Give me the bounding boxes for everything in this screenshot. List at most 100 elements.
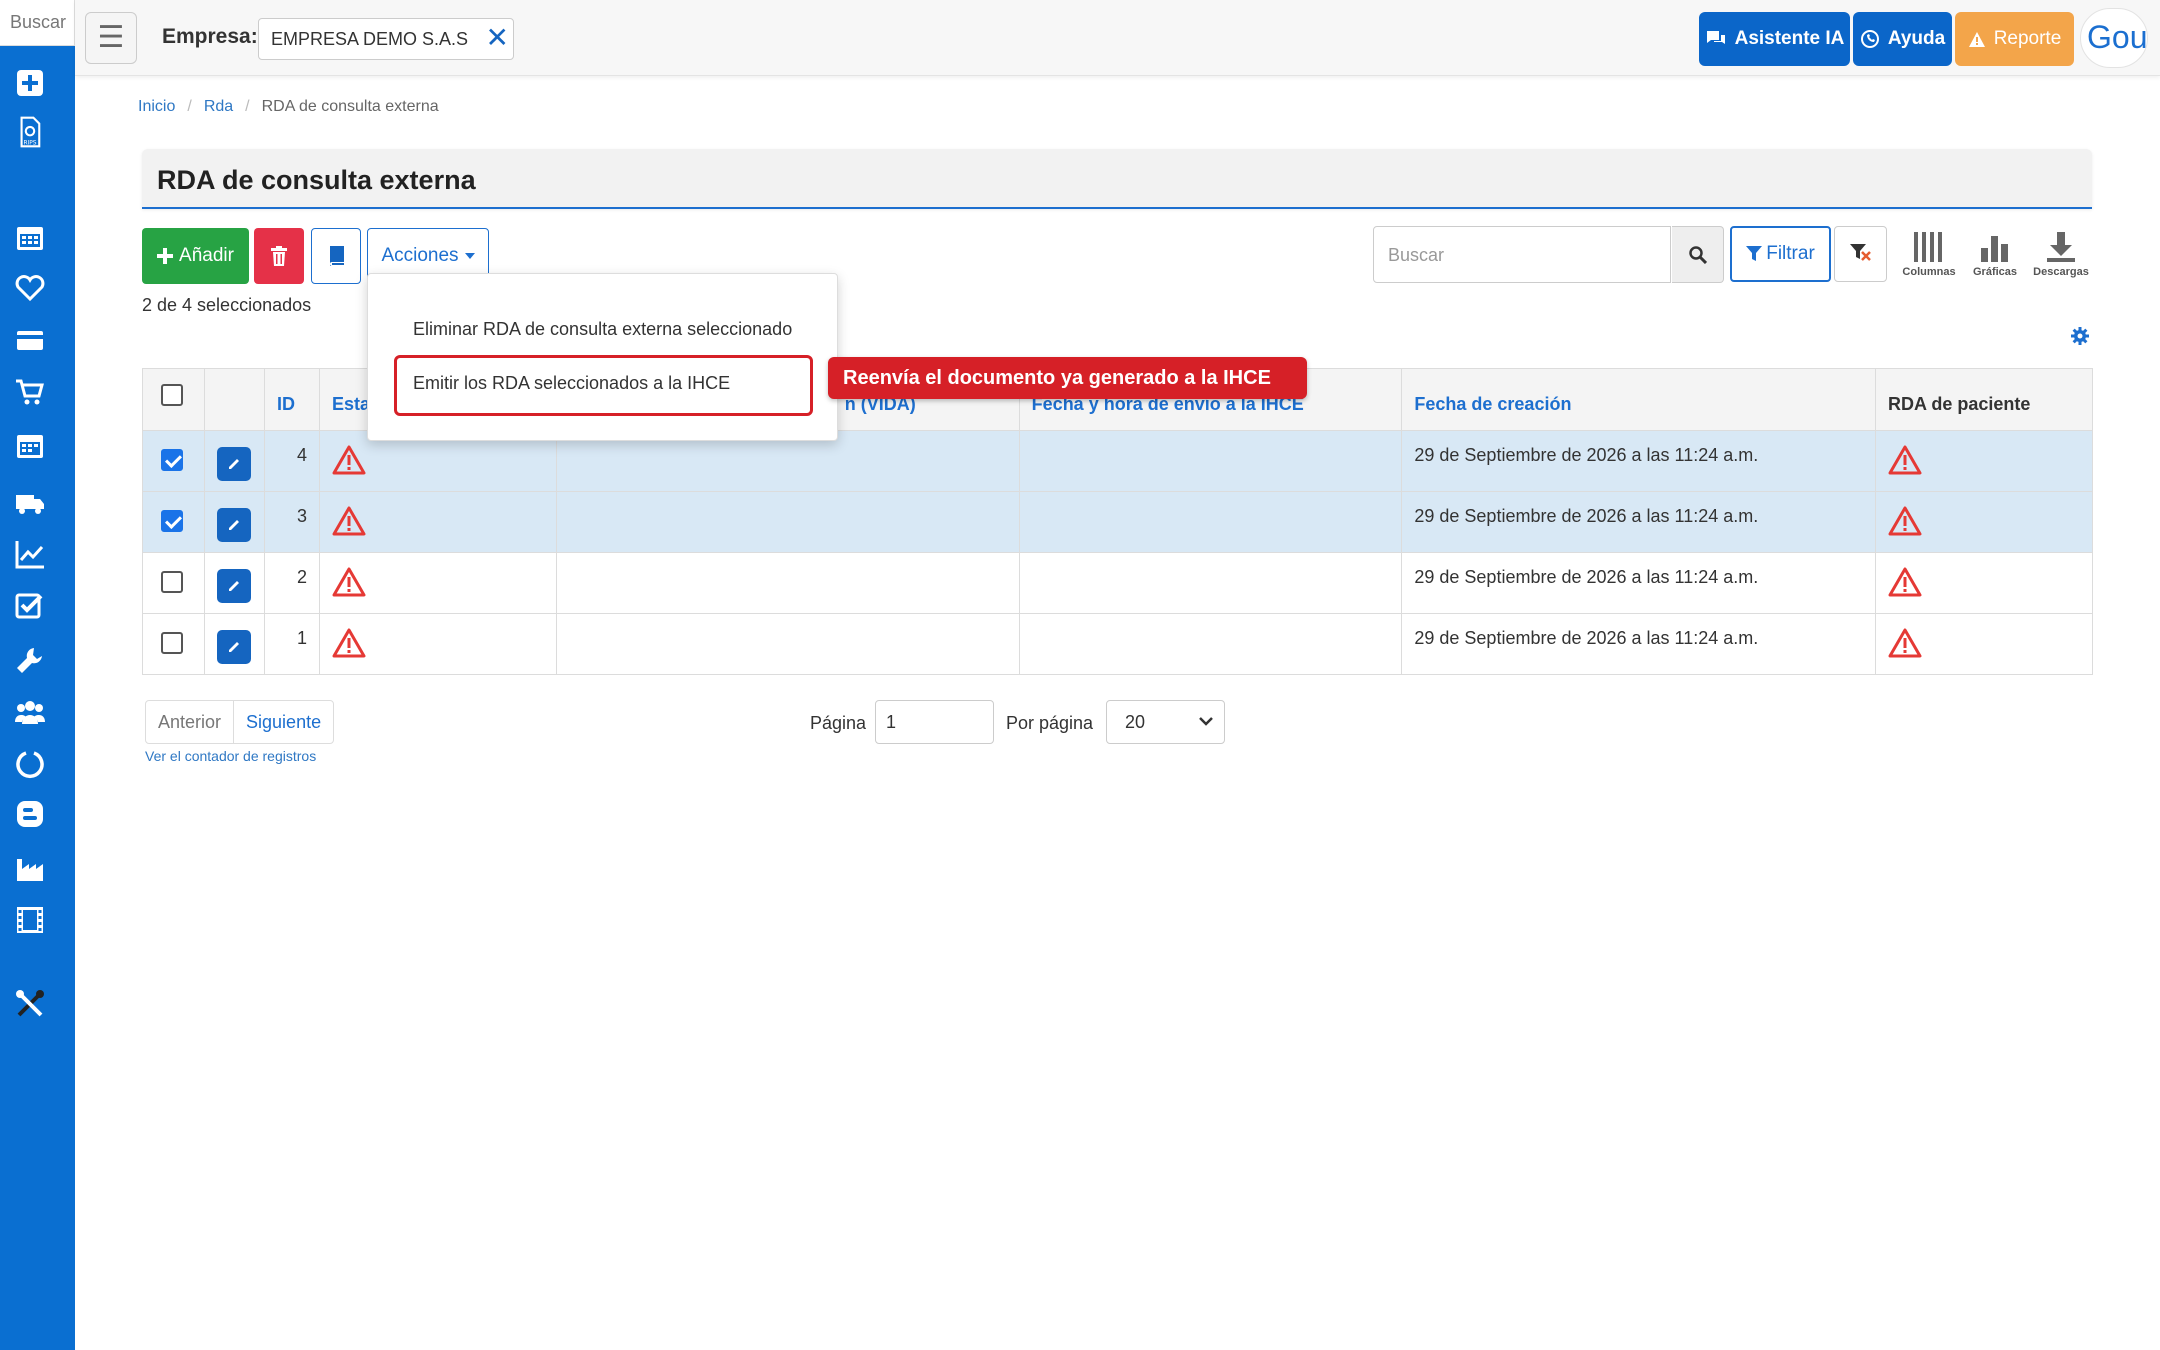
menu-item-emitir[interactable]: Emitir los RDA seleccionados a la IHCE [413,373,730,394]
industry-icon[interactable] [13,852,47,886]
ayuda-label: Ayuda [1887,28,1946,49]
title-panel: RDA de consulta externa [142,149,2092,209]
fecha-creacion-header[interactable]: Fecha de creación [1401,368,1877,431]
select-all-checkbox[interactable] [161,384,183,406]
book-button[interactable] [311,228,361,284]
graficas-button[interactable]: Gráficas [1963,230,2027,278]
delete-button[interactable] [254,228,304,284]
row-id: 2 [263,552,320,614]
table-row[interactable]: 1 29 de Septiembre de 2026 a las 11:24 a… [142,613,2093,675]
warning-triangle-icon [1888,628,1922,658]
acciones-label: Acciones [381,245,459,266]
breadcrumb-rda-link[interactable]: Rda [204,98,233,116]
row-select-cell [142,491,205,553]
rda-paciente-cell [1875,613,2093,675]
descargas-button[interactable]: Descargas [2029,230,2093,278]
svg-text:RIPS: RIPS [23,141,36,147]
credit-card-icon[interactable] [13,323,47,357]
tools-icon[interactable] [13,987,47,1021]
plus-square-icon[interactable] [13,66,47,100]
caret-down-icon [464,253,475,259]
row-checkbox[interactable] [161,632,183,654]
ayuda-button[interactable]: Ayuda [1853,12,1952,66]
clear-empresa-icon[interactable]: ✕ [486,24,509,52]
breadcrumb-separator: / [187,98,192,115]
calendar-alt-icon[interactable] [13,428,47,462]
empresa-select[interactable]: EMPRESA DEMO S.A.S ✕ [258,18,514,60]
sidebar: Buscar RIPS [0,0,75,1350]
edit-button[interactable] [216,569,251,603]
row-checkbox[interactable] [161,510,183,532]
row-edit-cell [203,430,265,492]
add-button[interactable]: Añadir [142,228,249,284]
pencil-icon [228,642,239,652]
edit-button[interactable] [216,630,251,664]
empresa-label: Empresa: [162,25,258,48]
rips-icon[interactable]: RIPS [13,112,47,152]
row-checkbox[interactable] [161,571,183,593]
checklist-icon[interactable] [13,589,47,623]
edit-button[interactable] [216,447,251,481]
truck-icon[interactable] [13,486,47,520]
sidebar-search-input[interactable]: Buscar [0,0,75,46]
reporte-label: Reporte [1993,28,2062,49]
circle-notch-icon[interactable] [13,747,47,781]
whatsapp-icon [1860,30,1879,48]
fecha-creacion-cell: 29 de Septiembre de 2026 a las 11:24 a.m… [1401,552,1877,614]
page-input[interactable]: 1 [875,700,994,744]
wrench-icon[interactable] [13,643,47,677]
clear-filter-button[interactable] [1834,226,1887,282]
breadcrumb-home-link[interactable]: Inicio [138,98,175,116]
per-page-value: 20 [1125,712,1146,732]
blog-icon[interactable] [13,797,47,831]
search-input[interactable]: Buscar [1373,226,1671,283]
users-icon[interactable] [13,695,47,729]
columns-icon [1914,232,1942,262]
chart-line-icon[interactable] [13,537,47,571]
chevron-down-icon [1199,717,1213,726]
edit-header [203,368,265,431]
fecha-creacion-cell: 29 de Septiembre de 2026 a las 11:24 a.m… [1401,613,1877,675]
asistente-ia-button[interactable]: Asistente IA [1699,12,1850,66]
edit-button[interactable] [216,508,251,542]
cart-icon[interactable] [13,375,47,409]
fecha-creacion-cell: 29 de Septiembre de 2026 a las 11:24 a.m… [1401,491,1877,553]
avatar[interactable]: Gou [2080,8,2148,68]
columnas-button[interactable]: Columnas [1897,230,1961,278]
rda-paciente-cell [1875,552,2093,614]
menu-toggle-button[interactable]: ☰ [85,12,137,64]
per-page-label: Por página [1006,713,1094,733]
descargas-label: Descargas [2033,266,2089,278]
heart-icon[interactable] [13,271,47,305]
film-icon[interactable] [13,903,47,937]
select-all-cell [142,368,205,431]
row-select-cell [142,430,205,492]
row-select-cell [142,552,205,614]
search-button[interactable] [1672,226,1724,283]
columnas-label: Columnas [1902,266,1956,278]
gear-icon[interactable] [2071,327,2089,345]
prev-page-button[interactable]: Anterior [146,701,235,743]
reporte-button[interactable]: Reporte [1955,12,2074,66]
plus-icon [157,248,174,264]
row-id: 4 [263,430,320,492]
next-page-button[interactable]: Siguiente [234,701,333,743]
pencil-icon [228,459,239,469]
table-row[interactable]: 3 29 de Septiembre de 2026 a las 11:24 a… [142,491,2093,553]
menu-item-eliminar[interactable]: Eliminar RDA de consulta externa selecci… [413,319,792,340]
vida-cell [555,552,1020,614]
row-checkbox[interactable] [161,449,183,471]
pencil-icon [228,520,239,530]
calendar-icon[interactable] [13,220,47,254]
row-edit-cell [203,552,265,614]
filtrar-button[interactable]: Filtrar [1730,226,1831,282]
id-header[interactable]: ID [263,368,320,431]
rda-paciente-cell [1875,491,2093,553]
warning-triangle-icon [1888,506,1922,536]
per-page-select[interactable]: 20 [1106,700,1225,744]
record-counter-link[interactable]: Ver el contador de registros [145,748,316,764]
row-id: 1 [263,613,320,675]
table-row[interactable]: 2 29 de Septiembre de 2026 a las 11:24 a… [142,552,2093,614]
warning-triangle-icon [332,628,366,658]
breadcrumb: Inicio / Rda / RDA de consulta externa [138,98,439,116]
